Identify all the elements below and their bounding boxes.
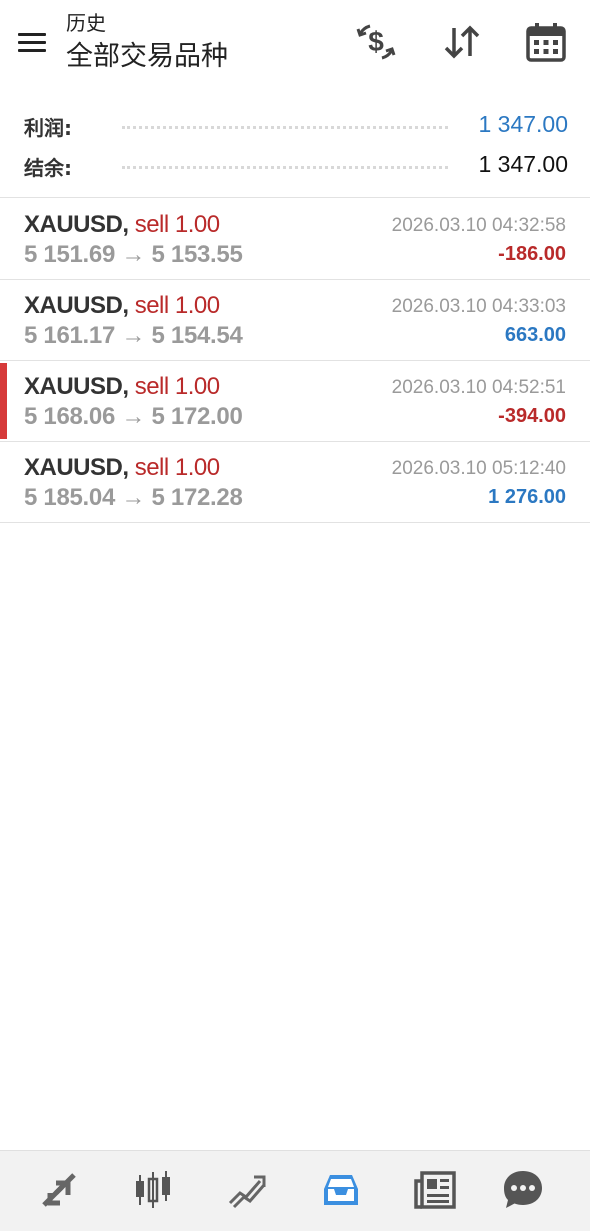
trade-symbol-line: XAUUSD, sell 1.00 — [24, 454, 220, 481]
sort-icon[interactable] — [440, 20, 484, 64]
history-inbox-icon[interactable] — [316, 1167, 366, 1213]
trade-profit: 1 276.00 — [488, 486, 566, 508]
trade-side: sell 1.00 — [134, 292, 220, 319]
trade-profit: -394.00 — [498, 405, 566, 427]
trade-profit: -186.00 — [498, 243, 566, 265]
symbol-filter-title: 全部交易品种 — [66, 41, 228, 72]
open-price: 5 151.69 — [24, 241, 116, 268]
page-title: 历史 — [66, 11, 106, 35]
profit-row: 利润: 1 347.00 — [24, 104, 568, 144]
trade-side: sell 1.00 — [134, 211, 220, 238]
open-price: 5 185.04 — [24, 484, 116, 511]
arrow-icon: → — [121, 322, 146, 349]
bottom-navigation — [0, 1150, 590, 1231]
trade-prices: 5 168.06 → 5 172.00 — [24, 403, 243, 431]
trade-symbol-line: XAUUSD, sell 1.00 — [24, 211, 220, 238]
trade-symbol-line: XAUUSD, sell 1.00 — [24, 292, 220, 319]
trade-symbol-line: XAUUSD, sell 1.00 — [24, 373, 220, 400]
trade-time: 2026.03.10 04:52:51 — [391, 377, 566, 398]
trade-row[interactable]: XAUUSD, sell 1.00 5 151.69 → 5 153.55 20… — [0, 199, 590, 280]
chart-candles-icon[interactable] — [128, 1167, 178, 1213]
trade-profit: 663.00 — [504, 324, 566, 346]
close-price: 5 153.55 — [151, 241, 243, 268]
arrow-icon: → — [121, 484, 146, 511]
calendar-icon[interactable] — [524, 20, 568, 64]
symbol: XAUUSD — [24, 373, 123, 400]
trade-time: 2026.03.10 04:33:03 — [391, 296, 566, 317]
trade-time: 2026.03.10 05:12:40 — [391, 458, 566, 479]
trade-prices: 5 161.17 → 5 154.54 — [24, 322, 243, 350]
quotes-icon[interactable] — [34, 1167, 84, 1213]
svg-text:$: $ — [368, 26, 384, 57]
balance-value: 1 347.00 — [478, 151, 568, 177]
trade-prices: 5 185.04 → 5 172.28 — [24, 484, 243, 512]
trade-row[interactable]: XAUUSD, sell 1.00 5 185.04 → 5 172.28 20… — [0, 442, 590, 523]
open-price: 5 168.06 — [24, 403, 116, 430]
trade-row[interactable]: XAUUSD, sell 1.00 5 161.17 → 5 154.54 20… — [0, 280, 590, 361]
close-price: 5 172.28 — [151, 484, 243, 511]
profit-value: 1 347.00 — [478, 111, 568, 137]
history-summary: 利润: 1 347.00 结余: 1 347.00 — [0, 100, 590, 198]
open-price: 5 161.17 — [24, 322, 116, 349]
menu-icon[interactable] — [14, 28, 50, 58]
trade-side: sell 1.00 — [134, 454, 220, 481]
trade-prices: 5 151.69 → 5 153.55 — [24, 241, 243, 269]
symbol: XAUUSD — [24, 454, 123, 481]
currency-exchange-icon[interactable]: $ — [354, 20, 398, 64]
symbol: XAUUSD — [24, 211, 123, 238]
trade-history-list: XAUUSD, sell 1.00 5 151.69 → 5 153.55 20… — [0, 199, 590, 523]
arrow-icon: → — [121, 241, 146, 268]
title-block[interactable]: 历史 全部交易品种 — [66, 10, 228, 76]
trade-side: sell 1.00 — [134, 373, 220, 400]
chat-icon[interactable] — [498, 1167, 548, 1213]
symbol: XAUUSD — [24, 292, 123, 319]
trade-time: 2026.03.10 04:32:58 — [391, 215, 566, 236]
news-icon[interactable] — [410, 1167, 460, 1213]
close-price: 5 172.00 — [151, 403, 243, 430]
dotted-leader — [122, 166, 448, 169]
profit-label: 利润: — [24, 116, 72, 140]
arrow-icon: → — [121, 403, 146, 430]
trade-icon[interactable] — [222, 1167, 272, 1213]
balance-row: 结余: 1 347.00 — [24, 144, 568, 184]
balance-label: 结余: — [24, 156, 72, 180]
trade-row-selected[interactable]: XAUUSD, sell 1.00 5 168.06 → 5 172.00 20… — [0, 361, 590, 442]
dotted-leader — [122, 126, 448, 129]
top-app-bar: 历史 全部交易品种 $ — [0, 0, 590, 100]
close-price: 5 154.54 — [151, 322, 243, 349]
